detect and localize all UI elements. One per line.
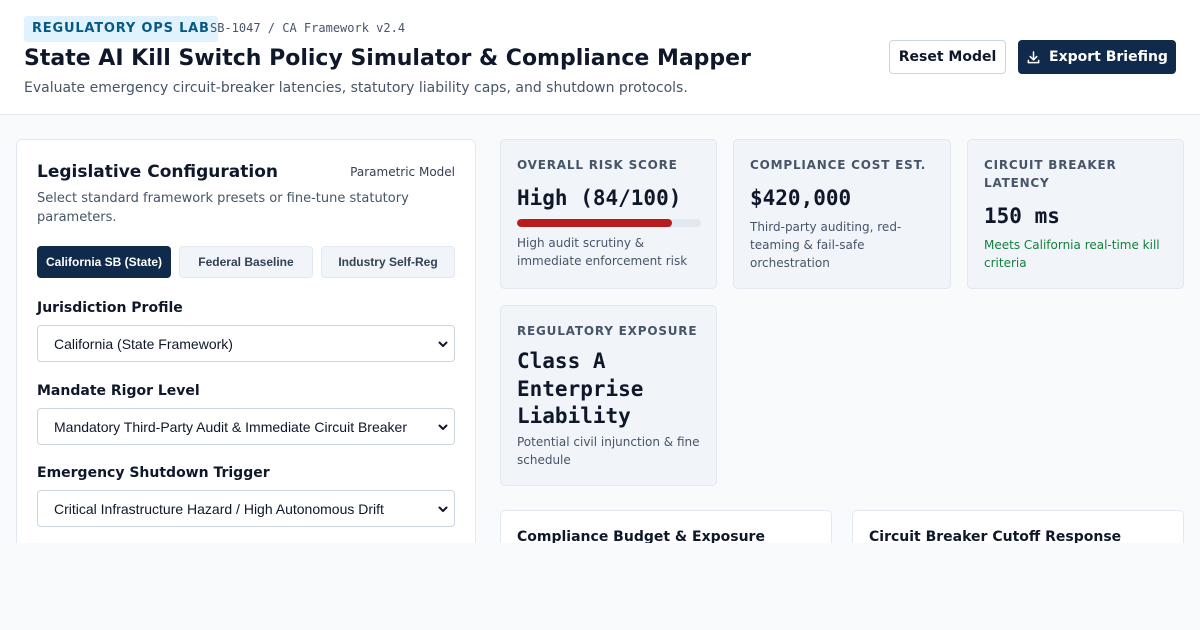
mandate-rigor-label: Mandate Rigor Level: [37, 383, 200, 399]
preset-federal-baseline[interactable]: Federal Baseline: [179, 246, 313, 278]
download-icon: [1027, 50, 1040, 63]
risk-score-label: OVERALL RISK SCORE: [517, 158, 678, 172]
latency-value: 150 ms: [984, 204, 1060, 228]
shutdown-trigger-value: Critical Infrastructure Hazard / High Au…: [54, 501, 384, 517]
compliance-budget-panel: Compliance Budget & Exposure: [500, 510, 832, 543]
main-content: Legislative Configuration Parametric Mod…: [0, 115, 1200, 543]
export-briefing-button[interactable]: Export Briefing: [1018, 40, 1176, 74]
mandate-rigor-value: Mandatory Third-Party Audit & Immediate …: [54, 419, 407, 435]
regulatory-exposure-card: REGULATORY EXPOSURE Class A Enterprise L…: [500, 305, 717, 486]
compliance-cost-card: COMPLIANCE COST EST. $420,000 Third-part…: [733, 139, 951, 289]
preset-industry-self-reg[interactable]: Industry Self-Reg: [321, 246, 455, 278]
circuit-breaker-latency-card: CIRCUIT BREAKER LATENCY 150 ms Meets Cal…: [967, 139, 1184, 289]
mandate-rigor-select[interactable]: Mandatory Third-Party Audit & Immediate …: [37, 408, 455, 445]
compliance-budget-title: Compliance Budget & Exposure: [517, 529, 765, 543]
risk-score-note: High audit scrutiny & immediate enforcem…: [517, 236, 688, 268]
exposure-value: Class A Enterprise Liability: [517, 349, 644, 428]
jurisdiction-profile-select[interactable]: California (State Framework): [37, 325, 455, 362]
exposure-label: REGULATORY EXPOSURE: [517, 324, 698, 338]
chevron-down-icon: [438, 506, 448, 512]
chevron-down-icon: [438, 341, 448, 347]
exposure-note: Potential civil injunction & fine schedu…: [517, 435, 700, 467]
page-subtitle: Evaluate emergency circuit-breaker laten…: [24, 80, 688, 96]
config-description: Select standard framework presets or fin…: [37, 191, 409, 225]
latency-label: CIRCUIT BREAKER LATENCY: [984, 158, 1117, 190]
jurisdiction-profile-label: Jurisdiction Profile: [37, 300, 183, 316]
reset-model-button[interactable]: Reset Model: [889, 40, 1006, 74]
shutdown-trigger-label: Emergency Shutdown Trigger: [37, 465, 270, 481]
preset-california-sb[interactable]: California SB (State): [37, 246, 171, 278]
compliance-cost-value: $420,000: [750, 186, 852, 210]
config-title: Legislative Configuration: [37, 162, 278, 182]
latency-status-note: Meets California real-time kill criteria: [984, 238, 1160, 270]
cutoff-response-title: Circuit Breaker Cutoff Response: [869, 529, 1122, 543]
framework-preset-group: California SB (State) Federal Baseline I…: [37, 246, 455, 278]
circuit-breaker-cutoff-panel: Circuit Breaker Cutoff Response: [852, 510, 1184, 543]
reset-model-label: Reset Model: [898, 49, 997, 65]
compliance-cost-note: Third-party auditing, red-teaming & fail…: [750, 220, 902, 270]
app-header: REGULATORY OPS LAB SB-1047 / CA Framewor…: [0, 0, 1200, 115]
risk-score-value: High (84/100): [517, 186, 682, 210]
risk-score-bar: [517, 219, 701, 227]
risk-score-card: OVERALL RISK SCORE High (84/100) High au…: [500, 139, 717, 289]
framework-version: SB-1047 / CA Framework v2.4: [210, 21, 406, 35]
chevron-down-icon: [438, 424, 448, 430]
jurisdiction-profile-value: California (State Framework): [54, 336, 233, 352]
page-title: State AI Kill Switch Policy Simulator & …: [24, 46, 751, 71]
export-briefing-label: Export Briefing: [1049, 49, 1168, 65]
shutdown-trigger-select[interactable]: Critical Infrastructure Hazard / High Au…: [37, 490, 455, 527]
legislative-configuration-panel: Legislative Configuration Parametric Mod…: [16, 139, 476, 543]
risk-score-bar-fill: [517, 219, 672, 227]
lab-badge: REGULATORY OPS LAB: [24, 16, 218, 42]
model-type-tag: Parametric Model: [350, 165, 455, 179]
compliance-cost-label: COMPLIANCE COST EST.: [750, 158, 927, 172]
